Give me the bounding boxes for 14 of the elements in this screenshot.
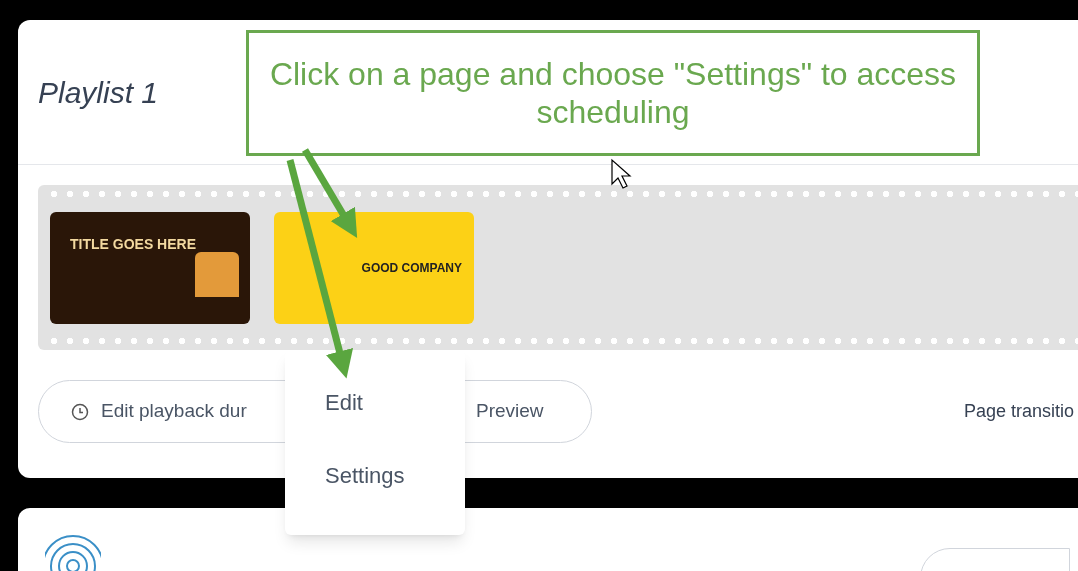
menu-item[interactable]: Settings [325,459,465,492]
slide-title: TITLE GOES HERE [70,234,196,254]
slide-title: GOOD COMPANY [361,259,463,277]
annotation-text: Click on a page and choose "Settings" to access scheduling [268,55,958,131]
page-transition-label: Page transitio [963,400,1074,423]
menu-item[interactable]: Edit [325,386,465,419]
company-slide-thumbnail[interactable]: GOOD COMPANY [274,211,474,324]
preview-button[interactable]: Preview [476,397,544,426]
mouse-cursor-icon [611,158,632,189]
edit-duration-button[interactable]: Edit playback dur [71,397,247,426]
playlist-title: Playlist 1 [38,74,159,111]
clock-icon [71,402,89,421]
candle-slide-thumbnail[interactable]: TITLE GOES HERE [50,211,250,324]
candle-drawing [195,251,239,297]
